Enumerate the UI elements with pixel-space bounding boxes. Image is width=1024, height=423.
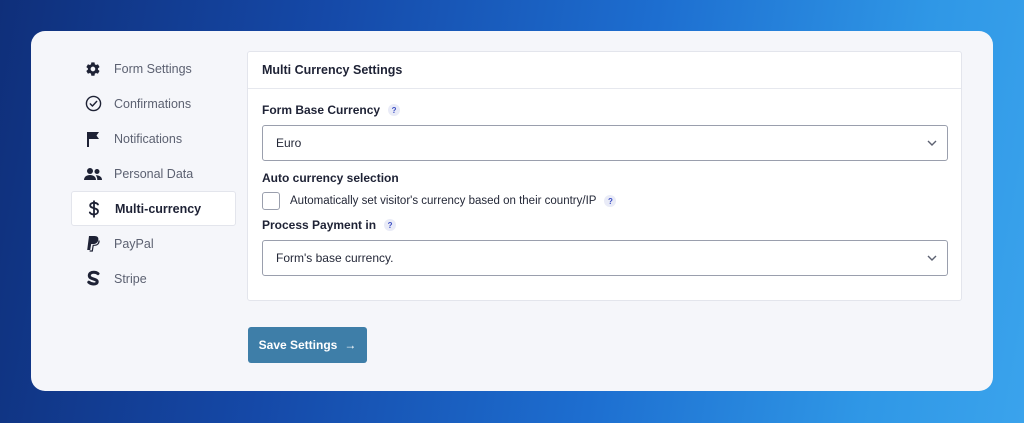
auto-selection-label: Auto currency selection: [262, 171, 948, 185]
save-settings-button[interactable]: Save Settings →: [248, 327, 367, 363]
base-currency-label: Form Base Currency ?: [262, 103, 948, 117]
sidebar-item-multi-currency[interactable]: Multi-currency: [71, 191, 236, 226]
sidebar-item-paypal[interactable]: PayPal: [71, 226, 236, 261]
arrow-right-icon: →: [344, 338, 357, 352]
sidebar-item-label: Stripe: [114, 271, 147, 286]
auto-currency-checkbox[interactable]: [262, 192, 280, 210]
sidebar-item-form-settings[interactable]: Form Settings: [71, 51, 236, 86]
stripe-icon: [84, 270, 102, 288]
base-currency-value: Euro: [276, 136, 302, 150]
sidebar-item-confirmations[interactable]: Confirmations: [71, 86, 236, 121]
users-icon: [84, 165, 102, 183]
process-payment-label-text: Process Payment in: [262, 218, 377, 232]
panel-title: Multi Currency Settings: [248, 52, 961, 89]
sidebar-item-stripe[interactable]: Stripe: [71, 261, 236, 296]
chevron-down-icon: [927, 253, 937, 263]
multi-currency-panel: Multi Currency Settings Form Base Curren…: [247, 51, 962, 301]
sidebar-item-label: Confirmations: [114, 96, 192, 111]
settings-sidebar: Form Settings Confirmations Notification…: [71, 51, 236, 296]
check-circle-icon: [84, 95, 102, 113]
auto-selection-label-text: Auto currency selection: [262, 171, 399, 185]
process-payment-value: Form's base currency.: [276, 251, 394, 265]
sidebar-item-label: Personal Data: [114, 166, 194, 181]
flag-icon: [84, 130, 102, 148]
auto-selection-row: Automatically set visitor's currency bas…: [262, 192, 948, 210]
sidebar-item-personal-data[interactable]: Personal Data: [71, 156, 236, 191]
help-icon[interactable]: ?: [604, 195, 617, 207]
sidebar-item-label: Multi-currency: [115, 201, 202, 216]
save-settings-label: Save Settings: [258, 338, 338, 352]
sidebar-item-notifications[interactable]: Notifications: [71, 121, 236, 156]
help-icon[interactable]: ?: [384, 219, 397, 231]
base-currency-select[interactable]: Euro: [262, 125, 948, 161]
sidebar-item-label: Notifications: [114, 131, 183, 146]
process-payment-label: Process Payment in ?: [262, 218, 948, 232]
paypal-icon: [84, 235, 102, 253]
gear-icon: [84, 60, 102, 78]
sidebar-item-label: Form Settings: [114, 61, 192, 76]
chevron-down-icon: [927, 138, 937, 148]
dollar-icon: [85, 200, 103, 218]
help-icon[interactable]: ?: [388, 104, 401, 116]
process-payment-select[interactable]: Form's base currency.: [262, 240, 948, 276]
base-currency-label-text: Form Base Currency: [262, 103, 381, 117]
sidebar-item-label: PayPal: [114, 236, 154, 251]
auto-currency-checkbox-label[interactable]: Automatically set visitor's currency bas…: [290, 195, 596, 207]
settings-card: Form Settings Confirmations Notification…: [31, 31, 993, 391]
